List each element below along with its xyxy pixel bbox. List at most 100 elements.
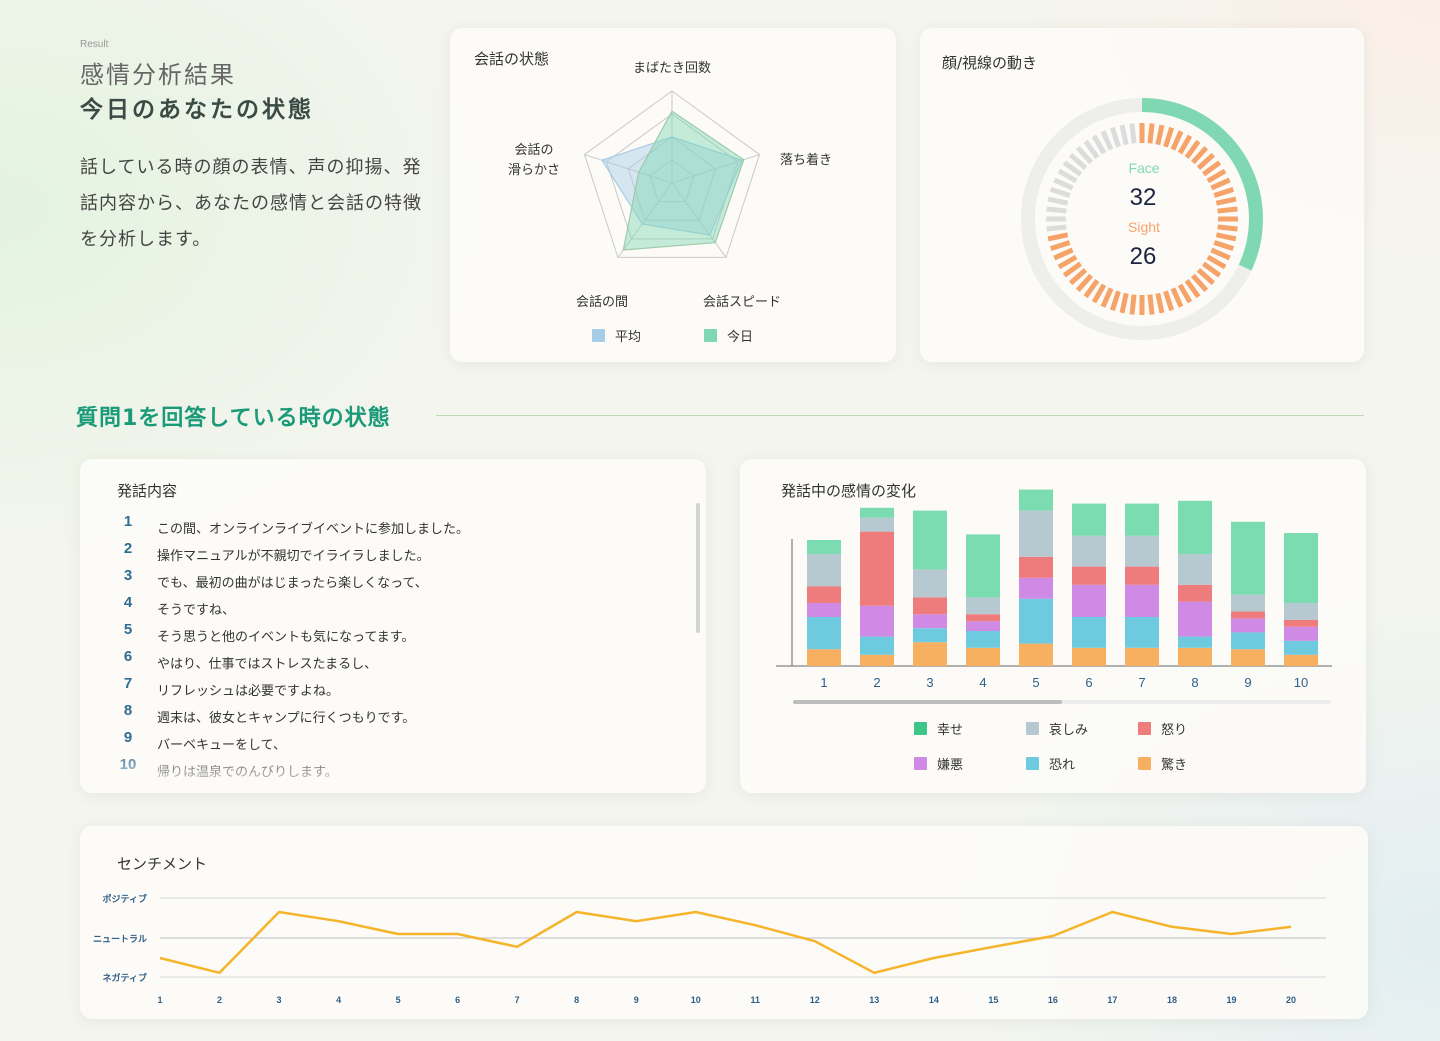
legend-swatch [1138, 757, 1151, 770]
speech-line: 5 そう思うと他のイベントも気になってます。 [117, 621, 677, 648]
x-tick-label: 3 [277, 995, 282, 1005]
legend-swatch [1026, 722, 1039, 735]
legend-item-怒り: 怒り [1138, 719, 1187, 738]
bar-segment-驚き [860, 654, 894, 666]
scroll-thumb [793, 700, 1062, 704]
bar-segment-幸せ [807, 540, 841, 554]
radar-axis-label: 会話の間 [576, 294, 628, 310]
bar-segment-恐れ [1178, 636, 1212, 648]
radar-axis-label: 会話の滑らかさ [508, 142, 560, 178]
x-tick-label: 6 [1085, 675, 1092, 690]
speech-line-text: 週末は、彼女とキャンプに行くつもりです。 [157, 711, 416, 726]
sight-tick-inactive [1100, 130, 1114, 151]
x-tick-label: 14 [929, 995, 939, 1005]
x-tick-label: 9 [1244, 675, 1251, 690]
sight-tick-inactive [1053, 177, 1074, 191]
result-label: Result [80, 39, 109, 50]
sight-tick-inactive [1046, 206, 1067, 214]
bar-segment-恐れ [1072, 617, 1106, 648]
speech-line: 8 週末は、彼女とキャンプに行くつもりです。 [117, 702, 677, 729]
bar-segment-哀しみ [913, 569, 947, 598]
y-tick-label: ポジティブ [103, 893, 147, 904]
bar-segment-幸せ [1072, 503, 1106, 536]
speech-line: 4 そうですね、 [117, 594, 677, 621]
speech-line-text: 操作マニュアルが不親切でイライラしました。 [157, 549, 430, 564]
x-tick-label: 13 [869, 995, 879, 1005]
bar-segment-嫌悪 [807, 603, 841, 617]
legend-average: 平均 [592, 326, 641, 345]
bar-segment-恐れ [913, 628, 947, 643]
sight-tick-active [1163, 126, 1175, 148]
bar-segment-恐れ [1284, 640, 1318, 655]
speech-line-number: 2 [123, 540, 133, 557]
speech-line-number: 6 [123, 648, 133, 665]
sight-tick-active [1177, 283, 1193, 304]
bar-segment-哀しみ [860, 517, 894, 532]
speech-line-number: 4 [123, 594, 133, 611]
bar-segment-怒り [1231, 611, 1265, 619]
bar-segment-嫌悪 [966, 621, 1000, 631]
legend-label: 幸せ [937, 723, 964, 738]
sentiment-line-chart: ポジティブニュートラルネガティブ1 2 3 4 5 6 7 8 9 10 11 12 13 14 15 16 1… [93, 893, 1326, 1005]
sight-tick-active [1057, 254, 1078, 270]
bar-segment-恐れ [1231, 632, 1265, 650]
legend-swatch-average [592, 329, 605, 342]
sight-tick-active [1100, 287, 1114, 308]
sight-tick-active [1210, 247, 1231, 261]
bar-segment-哀しみ [1072, 535, 1106, 567]
bar-segment-怒り [966, 614, 1000, 622]
sight-tick-active [1177, 134, 1193, 155]
bar-segment-驚き [1125, 647, 1159, 666]
bar-segment-幸せ [1178, 500, 1212, 554]
radar-axis-label: まばたき回数 [633, 61, 711, 76]
bar-segment-幸せ [1284, 533, 1318, 603]
bar-segment-哀しみ [1019, 510, 1053, 557]
sight-tick-active [1047, 232, 1069, 242]
bar-segment-驚き [1019, 643, 1053, 666]
speech-line-number: 1 [123, 513, 133, 530]
emotion-change-card: 発話中の感情の変化 1 2 3 4 5 6 7 8 9 10 幸せ 哀しみ 怒り 嫌悪 恐れ 驚き [740, 459, 1366, 793]
bar-segment-哀しみ [1125, 535, 1159, 567]
bar-segment-嫌悪 [1072, 584, 1106, 617]
x-tick-label: 20 [1286, 995, 1296, 1005]
sight-tick-active [1053, 247, 1074, 261]
x-tick-label: 16 [1048, 995, 1058, 1005]
x-tick-label: 19 [1226, 995, 1236, 1005]
legend-item-驚き: 驚き [1138, 754, 1187, 773]
legend-swatch [914, 757, 927, 770]
bar-segment-嫌悪 [913, 614, 947, 629]
face-sight-card: 顔/視線の動き Face 32 Sight 26 [920, 28, 1364, 362]
speech-line-number: 8 [123, 702, 133, 719]
legend-label: 平均 [615, 330, 642, 345]
speech-line-text: リフレッシュは必要ですよね。 [157, 684, 340, 699]
bar-segment-哀しみ [1231, 594, 1265, 612]
sight-tick-active [1049, 240, 1071, 252]
speech-line: 6 やはり、仕事ではストレスたまるし、 [117, 648, 677, 675]
legend-label: 今日 [727, 330, 754, 345]
speech-line-number: 10 [119, 756, 137, 773]
speech-line: 10 帰りは温泉でのんびりします。 [117, 756, 677, 783]
sight-tick-inactive [1049, 186, 1071, 198]
bar-segment-怒り [1178, 584, 1212, 602]
x-tick-label: 7 [1138, 675, 1145, 690]
sight-tick-active [1109, 290, 1121, 312]
bar-segment-驚き [807, 649, 841, 666]
speech-line: 2 操作マニュアルが不親切でイライラしました。 [117, 540, 677, 567]
bar-segment-嫌悪 [1231, 618, 1265, 633]
speech-line-number: 3 [123, 567, 133, 584]
page-description: 話している時の顔の表情、声の抑揚、発話内容から、あなたの感情と会話の特徴を分析し… [80, 157, 422, 250]
legend-label: 恐れ [1049, 758, 1076, 773]
x-tick-label: 10 [1294, 675, 1308, 690]
legend-swatch [1138, 722, 1151, 735]
sight-tick-active [1147, 123, 1155, 144]
bar-segment-怒り [1072, 566, 1106, 585]
x-tick-label: 9 [634, 995, 639, 1005]
bar-segment-幸せ [1231, 521, 1265, 595]
speech-scrollbar[interactable] [696, 503, 700, 633]
speech-list[interactable]: 1 この間、オンラインライブイベントに参加しました。 2 操作マニュアルが不親切でイラ… [117, 513, 677, 783]
bar-segment-怒り [1125, 566, 1159, 585]
sight-tick-active [1217, 224, 1238, 232]
speech-line-number: 9 [123, 729, 133, 746]
bar-segment-驚き [1231, 649, 1265, 666]
legend-label: 驚き [1161, 758, 1188, 773]
